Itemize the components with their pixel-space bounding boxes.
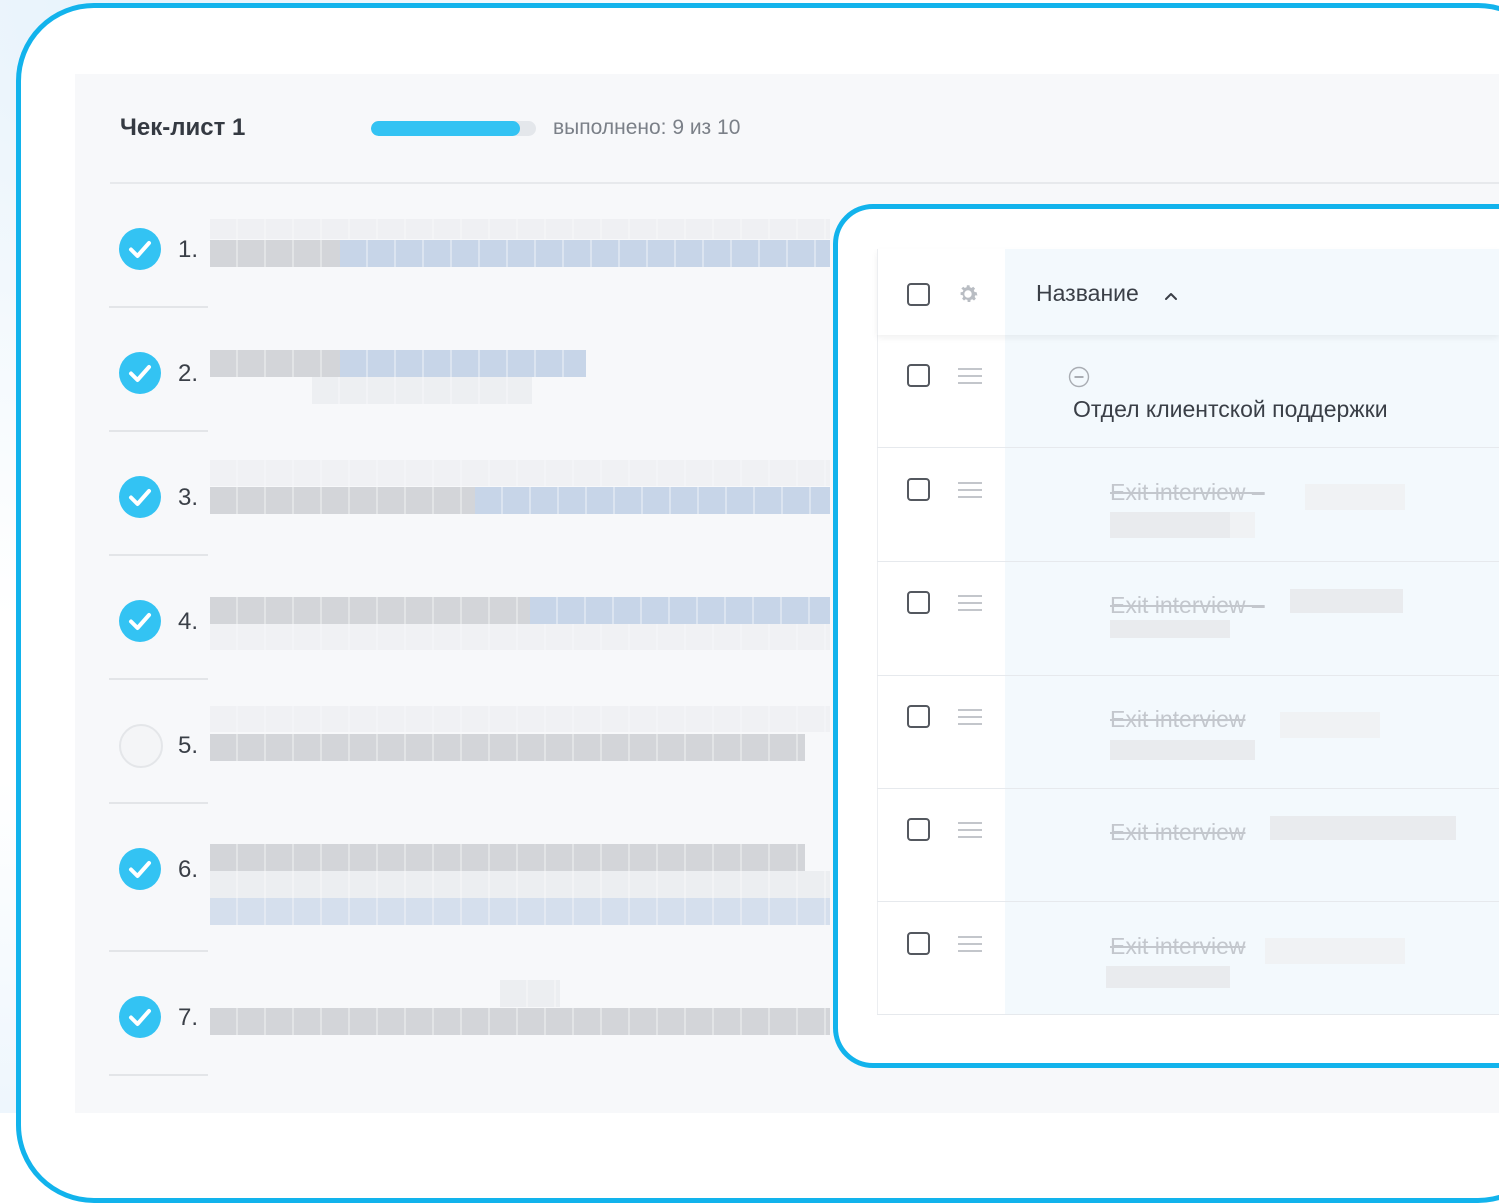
row-checkbox[interactable] [907, 705, 930, 728]
collapse-minus-icon[interactable] [1068, 366, 1090, 388]
task-label: Exit interview [1110, 706, 1246, 732]
gear-icon[interactable] [956, 282, 980, 306]
task-number: 2. [178, 360, 199, 387]
task-label: Exit interview – [1110, 592, 1265, 618]
task-number: 6. [178, 856, 199, 883]
redacted-text [1110, 620, 1230, 638]
redacted-text [1110, 512, 1230, 538]
task-number: 4. [178, 608, 199, 635]
row-separator [877, 561, 1499, 562]
task-number: 5. [178, 732, 199, 759]
row-divider [109, 950, 208, 952]
redacted-text [1270, 816, 1456, 840]
row-divider [109, 554, 208, 556]
progress-text: выполнено: 9 из 10 [553, 116, 741, 139]
redacted-text [1110, 740, 1255, 760]
redacted-text [210, 624, 830, 650]
redacted-text [210, 597, 530, 624]
checkmark-done-icon[interactable] [119, 352, 161, 394]
row-separator [877, 675, 1499, 676]
column-header-name[interactable]: Название [1036, 280, 1139, 307]
redacted-text [210, 844, 805, 871]
checkmark-done-icon[interactable] [119, 600, 161, 642]
row-separator [877, 1014, 1499, 1015]
redacted-text [210, 1008, 830, 1035]
task-number: 1. [178, 236, 199, 263]
row-divider [109, 1074, 208, 1076]
redacted-text [1290, 589, 1403, 613]
redacted-text [1280, 712, 1380, 738]
redacted-text [210, 898, 830, 925]
group-label: Отдел клиентской поддержки [1073, 396, 1388, 422]
redacted-text [1305, 484, 1405, 510]
drag-handle-icon[interactable] [957, 935, 983, 953]
redacted-text [210, 219, 830, 239]
task-label: Exit interview [1110, 933, 1246, 959]
drag-handle-icon[interactable] [957, 594, 983, 612]
redacted-text [210, 706, 830, 732]
checkbox-empty-icon[interactable] [119, 724, 163, 768]
row-divider [109, 802, 208, 804]
checkmark-done-icon[interactable] [119, 848, 161, 890]
row-separator [877, 788, 1499, 789]
redacted-text [1230, 512, 1255, 538]
redacted-text [340, 350, 586, 377]
task-number: 3. [178, 484, 199, 511]
row-checkbox[interactable] [907, 818, 930, 841]
row-separator [877, 901, 1499, 902]
redacted-text [210, 240, 340, 267]
progress-fill [371, 121, 520, 136]
checkmark-done-icon[interactable] [119, 476, 161, 518]
row-checkbox[interactable] [907, 364, 930, 387]
row-checkbox[interactable] [907, 478, 930, 501]
drag-handle-icon[interactable] [957, 821, 983, 839]
task-number: 7. [178, 1004, 199, 1031]
redacted-text [340, 240, 830, 267]
redacted-text [210, 734, 805, 761]
redacted-text [210, 487, 475, 514]
task-label: Exit interview [1110, 819, 1246, 845]
checkmark-done-icon[interactable] [119, 996, 161, 1038]
redacted-text [475, 487, 830, 514]
row-divider [109, 430, 208, 432]
row-divider [109, 678, 208, 680]
header-divider [110, 182, 1499, 184]
drag-handle-icon[interactable] [957, 708, 983, 726]
redacted-text [500, 980, 560, 1007]
redacted-text [210, 871, 830, 898]
row-checkbox[interactable] [907, 591, 930, 614]
redacted-text [210, 350, 340, 377]
checklist-title: Чек-лист 1 [120, 114, 246, 141]
row-divider [109, 306, 208, 308]
redacted-text [210, 460, 830, 486]
row-checkbox[interactable] [907, 932, 930, 955]
drag-handle-icon[interactable] [957, 481, 983, 499]
checkmark-done-icon[interactable] [119, 228, 161, 270]
row-separator [877, 447, 1499, 448]
select-all-checkbox[interactable] [907, 283, 930, 306]
chevron-up-icon[interactable] [1163, 289, 1179, 301]
drag-handle-icon[interactable] [957, 367, 983, 385]
redacted-text [1106, 966, 1230, 988]
task-label: Exit interview – [1110, 479, 1265, 505]
progress-bar [371, 121, 536, 136]
redacted-text [312, 377, 532, 404]
redacted-text [1265, 938, 1405, 964]
redacted-text [530, 597, 830, 624]
